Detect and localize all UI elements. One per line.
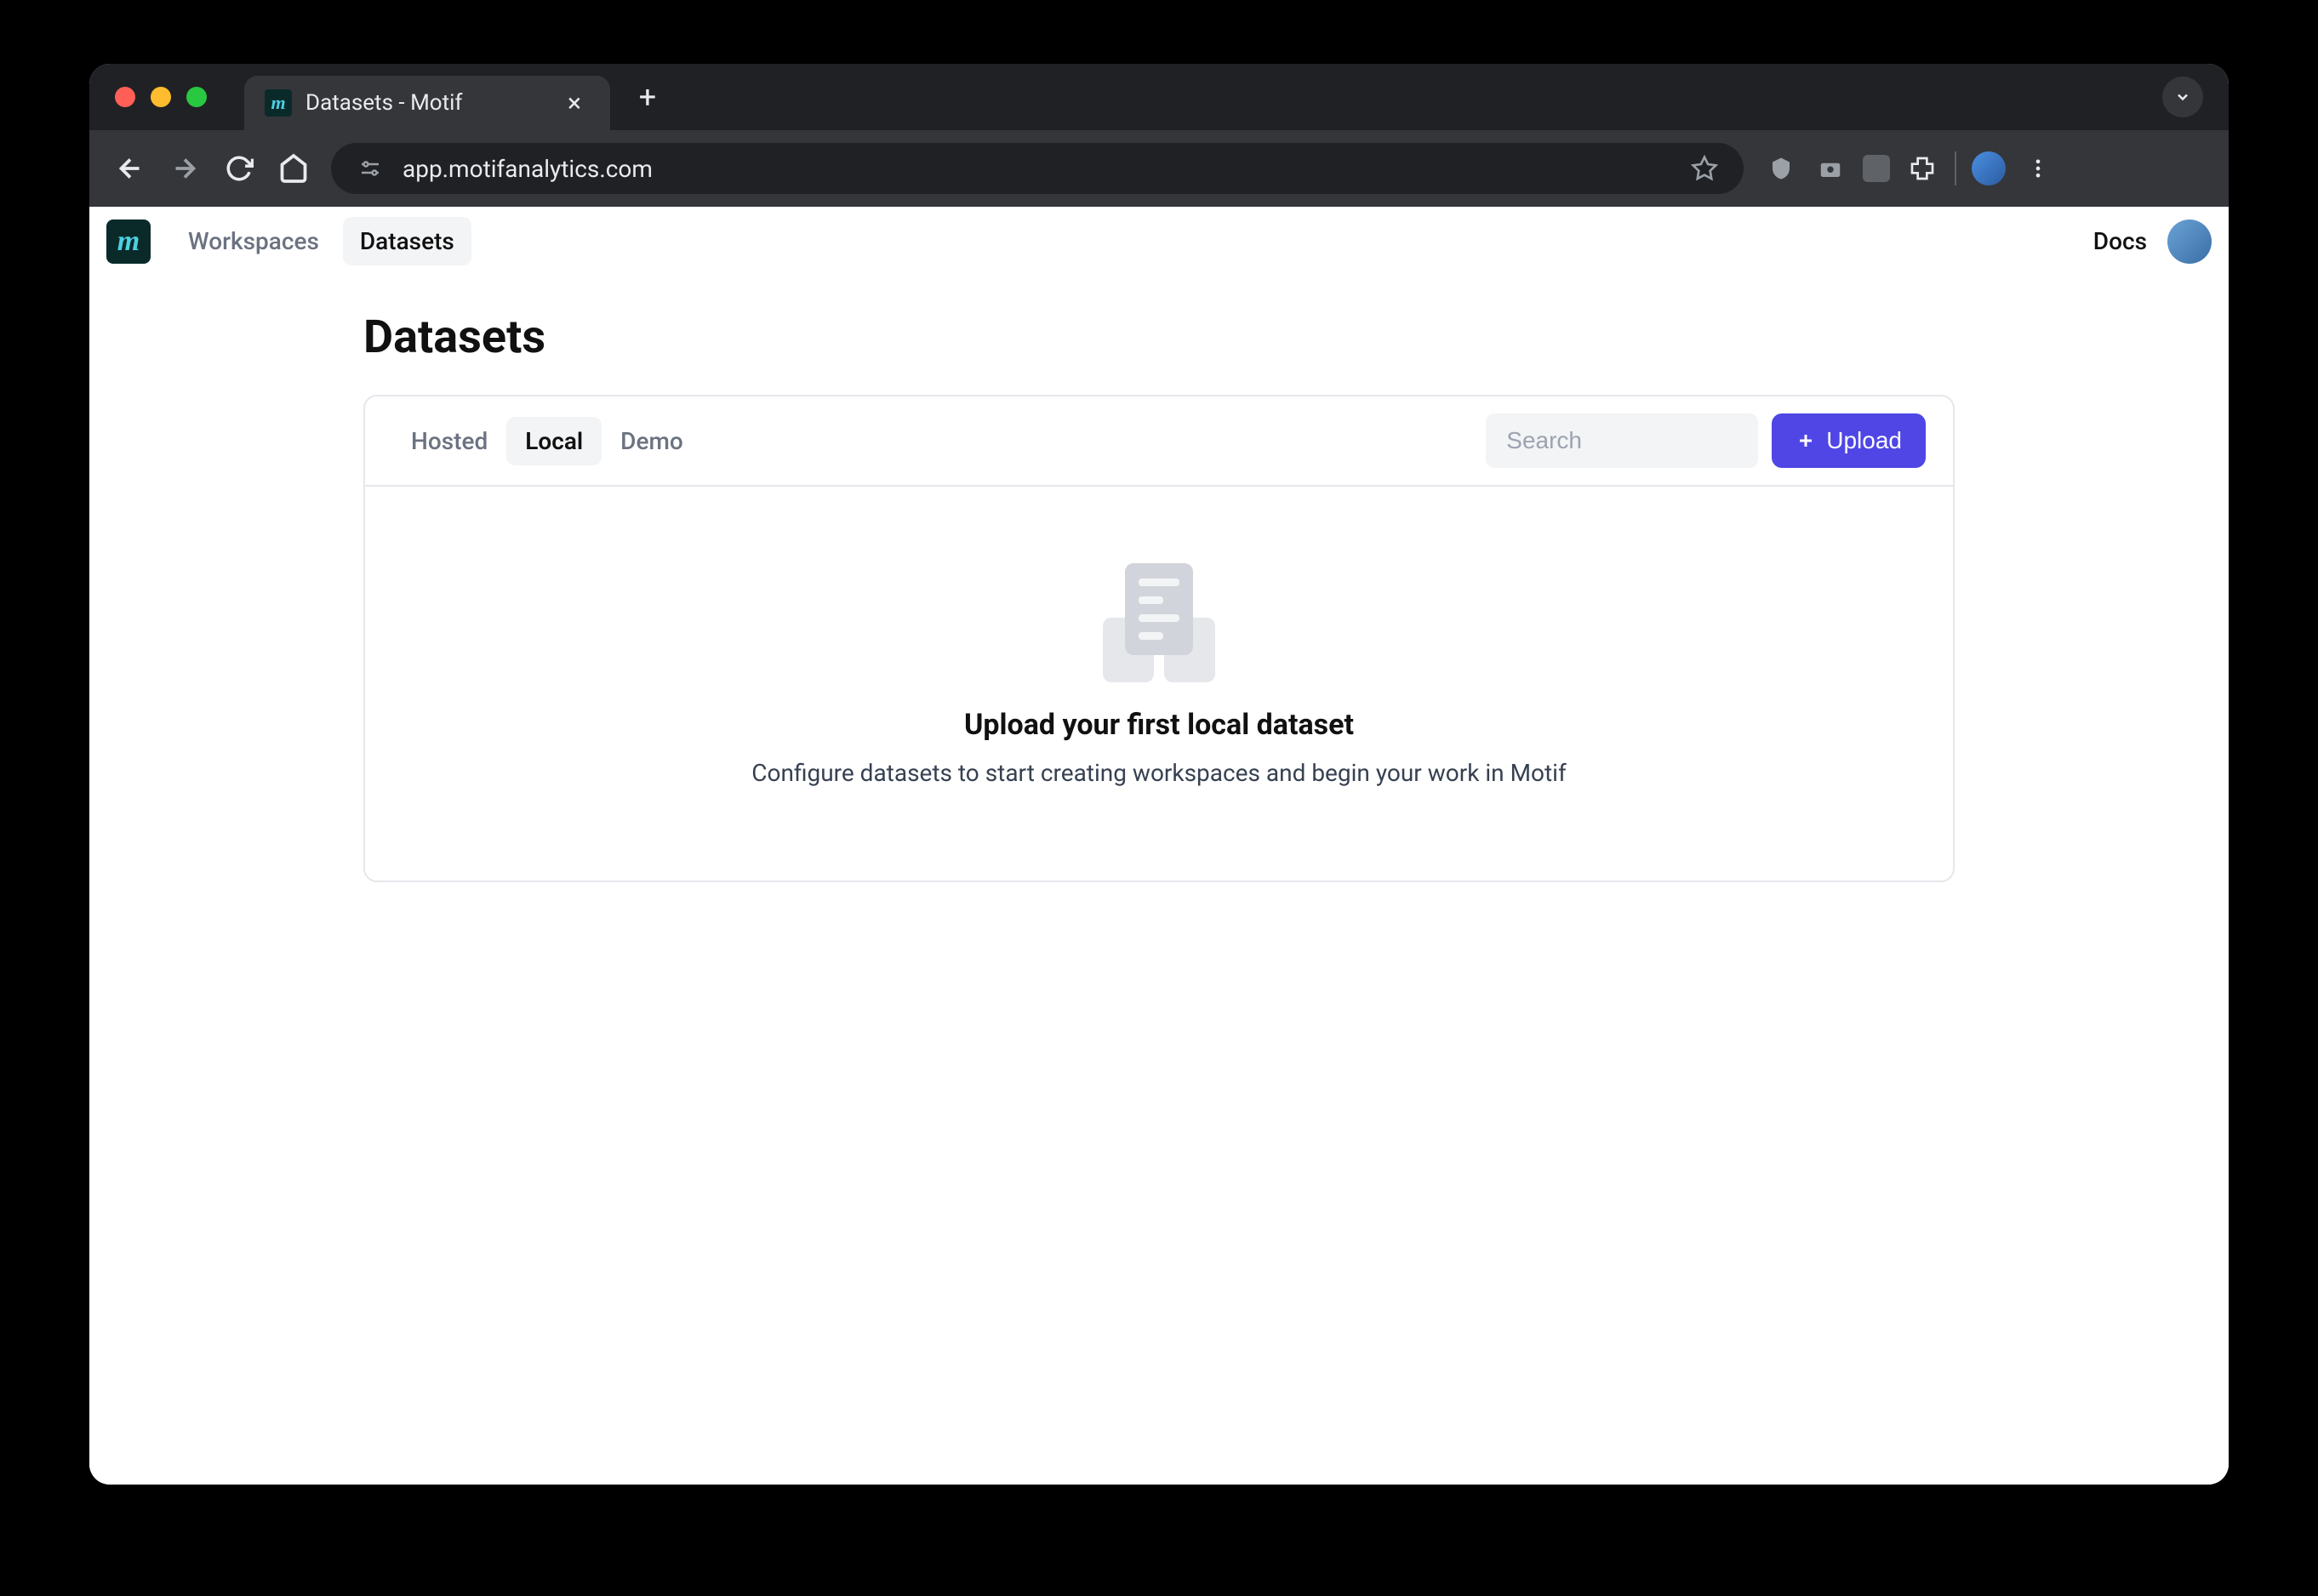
user-avatar[interactable] — [2167, 219, 2212, 264]
puzzle-icon — [1909, 155, 1936, 182]
main-content: Datasets Hosted Local Demo Upload — [89, 276, 2229, 1485]
upload-button-label: Upload — [1826, 427, 1902, 454]
home-icon — [278, 153, 309, 184]
filter-tabs: Hosted Local Demo — [392, 417, 702, 465]
app-header: m Workspaces Datasets Docs — [89, 207, 2229, 276]
arrow-right-icon — [169, 153, 200, 184]
nav-datasets[interactable]: Datasets — [343, 217, 471, 265]
forward-button[interactable] — [168, 151, 202, 185]
extensions-button[interactable] — [1905, 151, 1939, 185]
tab-list-button[interactable] — [2162, 77, 2203, 117]
tab-hosted[interactable]: Hosted — [392, 417, 506, 465]
browser-menu-button[interactable] — [2021, 151, 2055, 185]
toolbar-extensions — [1764, 151, 2055, 185]
star-icon — [1691, 155, 1718, 182]
address-bar[interactable]: app.motifanalytics.com — [331, 143, 1744, 194]
extension-1[interactable] — [1764, 151, 1798, 185]
close-tab-icon[interactable]: × — [562, 88, 586, 118]
panel-header: Hosted Local Demo Upload — [365, 396, 1953, 487]
shield-icon — [1768, 156, 1794, 181]
site-info-icon[interactable] — [355, 153, 385, 184]
close-window-button[interactable] — [115, 87, 135, 107]
home-button[interactable] — [277, 151, 311, 185]
empty-state-description: Configure datasets to start creating wor… — [751, 759, 1566, 787]
bookmark-button[interactable] — [1689, 153, 1720, 184]
tab-demo[interactable]: Demo — [602, 417, 702, 465]
tune-icon — [357, 156, 383, 181]
browser-tab[interactable]: m Datasets - Motif × — [244, 76, 610, 130]
app-logo[interactable]: m — [106, 219, 151, 264]
empty-state-title: Upload your first local dataset — [964, 708, 1354, 742]
tab-local[interactable]: Local — [506, 417, 602, 465]
datasets-panel: Hosted Local Demo Upload — [363, 395, 1955, 882]
nav-workspaces[interactable]: Workspaces — [171, 217, 336, 265]
tab-title: Datasets - Motif — [305, 90, 549, 116]
url-text: app.motifanalytics.com — [403, 155, 1672, 183]
empty-state: Upload your first local dataset Configur… — [365, 487, 1953, 881]
chevron-down-icon — [2174, 88, 2191, 105]
page-title: Datasets — [363, 311, 1955, 364]
plus-icon — [1796, 430, 1816, 451]
app-content: m Workspaces Datasets Docs Datasets Host… — [89, 207, 2229, 1485]
more-vertical-icon — [2026, 157, 2050, 180]
browser-window: m Datasets - Motif × + app.motifanalytic… — [89, 64, 2229, 1485]
docs-link[interactable]: Docs — [2093, 227, 2147, 255]
new-tab-button[interactable]: + — [634, 79, 661, 115]
extension-2[interactable] — [1813, 151, 1847, 185]
browser-toolbar: app.motifanalytics.com — [89, 130, 2229, 207]
arrow-left-icon — [115, 153, 146, 184]
tab-favicon-icon: m — [265, 89, 292, 117]
reload-button[interactable] — [222, 151, 256, 185]
primary-nav: Workspaces Datasets — [171, 217, 471, 265]
browser-tab-bar: m Datasets - Motif × + — [89, 64, 2229, 130]
maximize-window-button[interactable] — [186, 87, 207, 107]
toolbar-divider — [1955, 151, 1956, 185]
browser-profile-avatar[interactable] — [1972, 151, 2006, 185]
back-button[interactable] — [113, 151, 147, 185]
reload-icon — [225, 154, 254, 183]
extension-3[interactable] — [1863, 155, 1890, 182]
upload-button[interactable]: Upload — [1772, 413, 1926, 468]
camera-icon — [1818, 156, 1843, 181]
window-controls — [106, 87, 224, 107]
minimize-window-button[interactable] — [151, 87, 171, 107]
empty-state-icon — [1099, 563, 1219, 682]
search-input[interactable] — [1486, 413, 1758, 468]
